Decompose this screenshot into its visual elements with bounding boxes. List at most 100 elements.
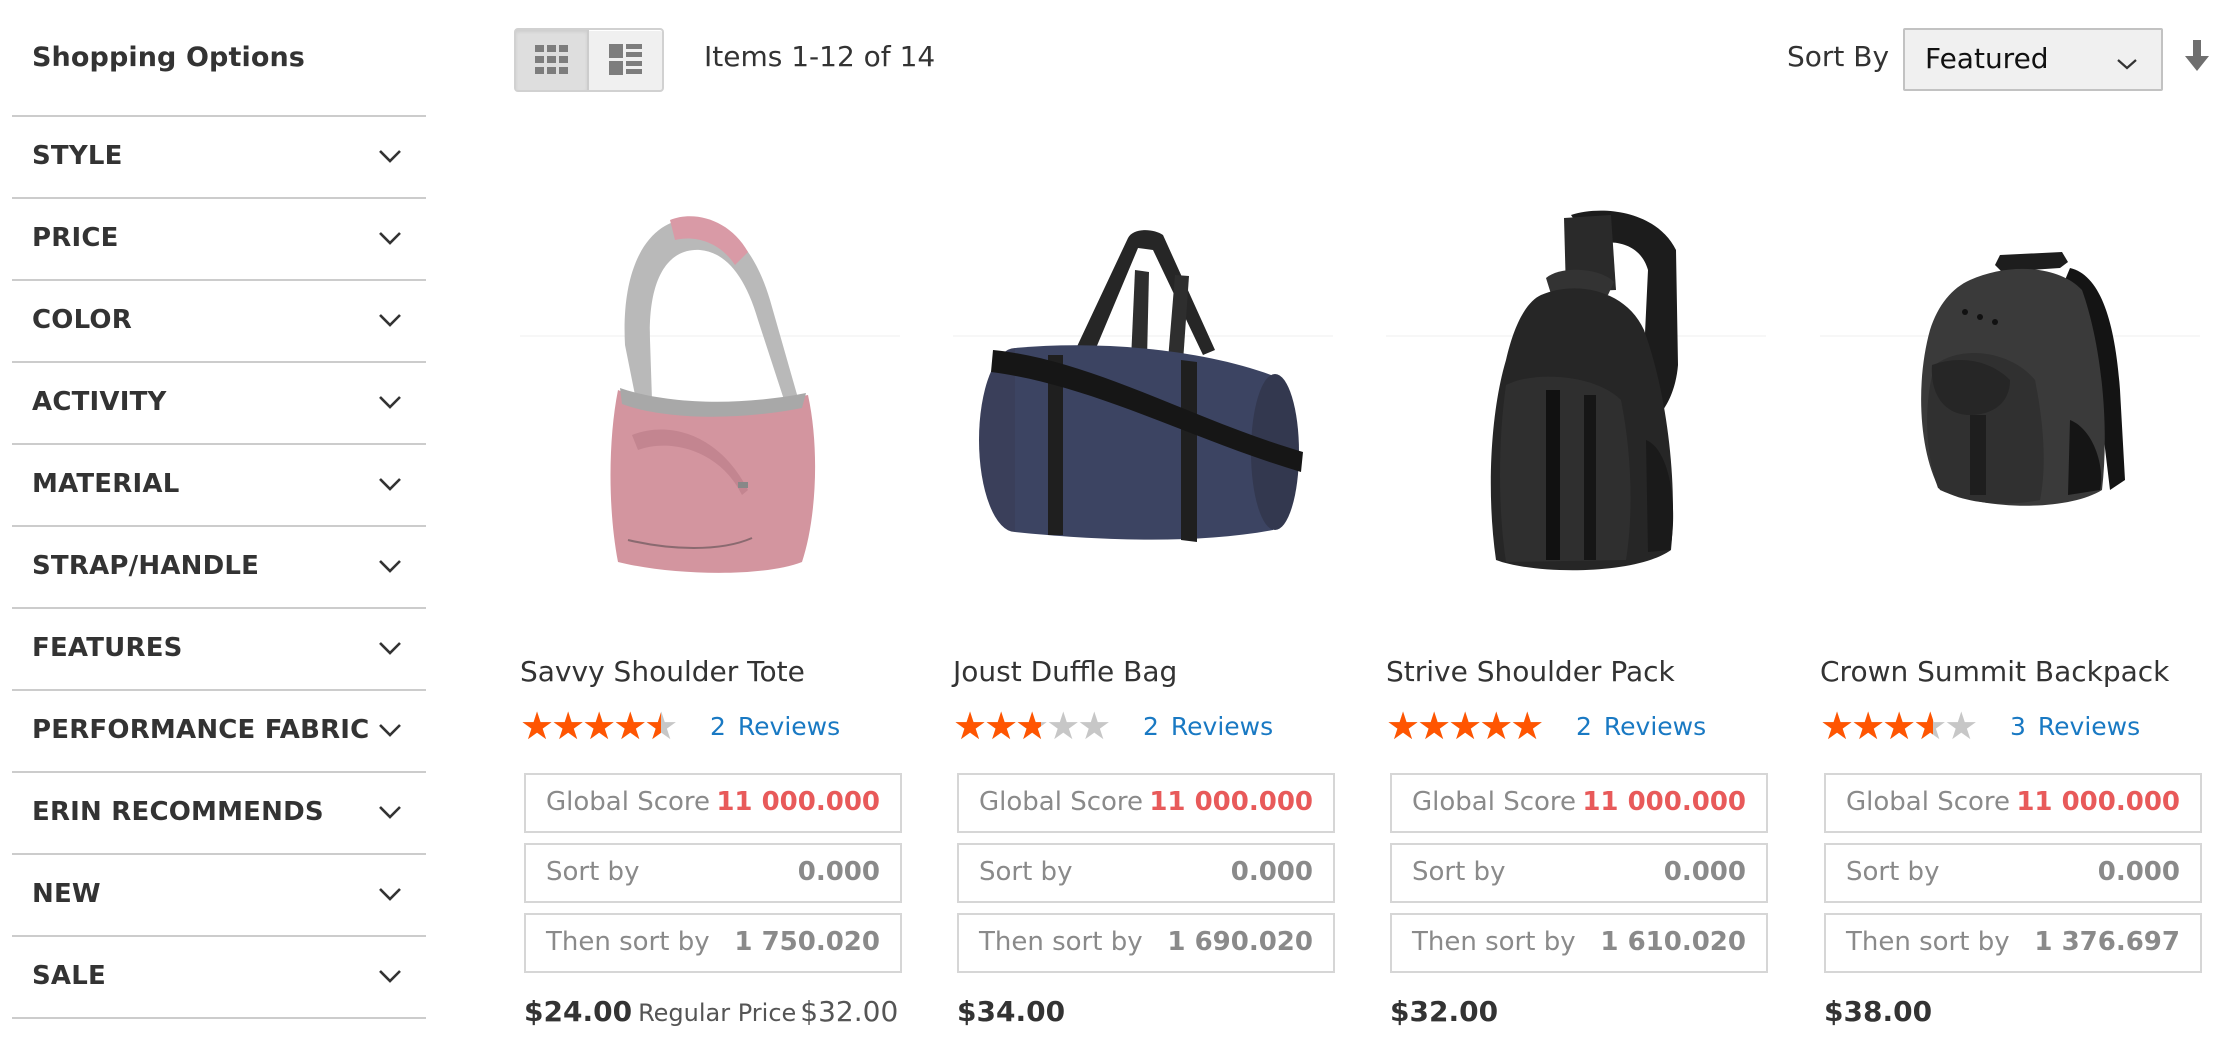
product-rating: ★★★★★ ★★★★★ 2Reviews bbox=[953, 708, 1273, 744]
sort-by-score-row: Sort by 0.000 bbox=[1390, 843, 1768, 903]
sort-by-score-value: 0.000 bbox=[1230, 857, 1313, 887]
pink-tote-bag-image bbox=[520, 190, 900, 610]
sort-by-score-value: 0.000 bbox=[2097, 857, 2180, 887]
reviews-link[interactable]: 2 Reviews bbox=[1576, 712, 1706, 741]
price-box: $38.00 bbox=[1824, 995, 1932, 1028]
filter-strap-handle[interactable]: STRAP/HANDLE bbox=[12, 527, 426, 609]
price-box: $24.00 Regular Price $32.00 bbox=[524, 995, 898, 1028]
reviews-link[interactable]: 3 Reviews bbox=[2010, 712, 2140, 741]
sort-by-score-value: 0.000 bbox=[797, 857, 880, 887]
filter-label: PERFORMANCE FABRIC bbox=[32, 715, 370, 745]
filter-label: MATERIAL bbox=[32, 469, 180, 499]
global-score-row: Global Score 11 000.000 bbox=[524, 773, 902, 833]
filter-label: ACTIVITY bbox=[32, 387, 167, 417]
filter-color[interactable]: COLOR bbox=[12, 281, 426, 363]
product-image[interactable] bbox=[1386, 190, 1766, 610]
filter-performance-fabric[interactable]: PERFORMANCE FABRIC bbox=[12, 691, 426, 773]
sort-direction-button[interactable] bbox=[2184, 40, 2210, 72]
black-sling-pack-image bbox=[1386, 190, 1766, 610]
grid-view-button[interactable] bbox=[516, 30, 590, 90]
then-sort-by-score-row: Then sort by 1 750.020 bbox=[524, 913, 902, 973]
rating-stars: ★★★★★ ★★★★★ bbox=[1820, 709, 1996, 743]
chevron-down-icon bbox=[375, 883, 405, 905]
star-icons-filled: ★★★★★ bbox=[520, 709, 661, 743]
product-name[interactable]: Joust Duffle Bag bbox=[953, 655, 1177, 688]
filter-label: NEW bbox=[32, 879, 101, 909]
filter-style[interactable]: STYLE bbox=[12, 117, 426, 199]
reviews-link[interactable]: 2 Reviews bbox=[710, 712, 840, 741]
filter-sale[interactable]: SALE bbox=[12, 937, 426, 1019]
sort-by-score-row: Sort by 0.000 bbox=[1824, 843, 2202, 903]
filter-label: ERIN RECOMMENDS bbox=[32, 797, 324, 827]
chevron-down-icon bbox=[375, 391, 405, 413]
filter-material[interactable]: MATERIAL bbox=[12, 445, 426, 527]
global-score-value: 11 000.000 bbox=[2016, 787, 2180, 817]
then-sort-by-score-value: 1 750.020 bbox=[734, 927, 880, 957]
filter-label: COLOR bbox=[32, 305, 132, 335]
then-sort-by-score-value: 1 376.697 bbox=[2034, 927, 2180, 957]
chevron-down-icon bbox=[375, 555, 405, 577]
then-sort-by-score-label: Then sort by bbox=[1412, 927, 1576, 957]
arrow-down-icon bbox=[2184, 40, 2210, 76]
global-score-value: 11 000.000 bbox=[716, 787, 880, 817]
toolbar-amount: Items 1-12 of 14 bbox=[704, 40, 936, 73]
reviews-link[interactable]: 2 Reviews bbox=[1143, 712, 1273, 741]
chevron-down-icon bbox=[2115, 56, 2139, 72]
final-price: $32.00 bbox=[1390, 995, 1499, 1028]
final-price: $38.00 bbox=[1824, 995, 1933, 1028]
chevron-down-icon bbox=[375, 145, 405, 167]
then-sort-by-score-value: 1 690.020 bbox=[1167, 927, 1313, 957]
sort-by-score-label: Sort by bbox=[1412, 857, 1506, 887]
sort-by-select[interactable]: Featured bbox=[1903, 28, 2163, 91]
view-mode-switch bbox=[514, 28, 664, 92]
rating-stars: ★★★★★ ★★★★★ bbox=[520, 709, 696, 743]
filter-label: STRAP/HANDLE bbox=[32, 551, 260, 581]
chevron-down-icon bbox=[375, 965, 405, 987]
star-icons-filled: ★★★★★ bbox=[1820, 709, 1933, 743]
global-score-label: Global Score bbox=[1846, 787, 2011, 817]
then-sort-by-score-label: Then sort by bbox=[1846, 927, 2010, 957]
then-sort-by-score-label: Then sort by bbox=[979, 927, 1143, 957]
product-name[interactable]: Savvy Shoulder Tote bbox=[520, 655, 805, 688]
rating-stars: ★★★★★ ★★★★★ bbox=[1386, 709, 1562, 743]
global-score-value: 11 000.000 bbox=[1149, 787, 1313, 817]
filter-label: STYLE bbox=[32, 141, 123, 171]
filter-price[interactable]: PRICE bbox=[12, 199, 426, 281]
special-price: $24.00 bbox=[524, 995, 633, 1028]
navy-duffle-bag-image bbox=[953, 190, 1333, 610]
then-sort-by-score-value: 1 610.020 bbox=[1600, 927, 1746, 957]
global-score-row: Global Score 11 000.000 bbox=[1390, 773, 1768, 833]
sort-by-label: Sort By bbox=[1787, 40, 1890, 73]
filter-new[interactable]: NEW bbox=[12, 855, 426, 937]
filter-features[interactable]: FEATURES bbox=[12, 609, 426, 691]
star-icons-filled: ★★★★★ bbox=[953, 709, 1041, 743]
regular-price-label: Regular Price bbox=[638, 999, 797, 1027]
then-sort-by-score-row: Then sort by 1 690.020 bbox=[957, 913, 1335, 973]
product-image[interactable] bbox=[953, 190, 1333, 610]
filter-activity[interactable]: ACTIVITY bbox=[12, 363, 426, 445]
chevron-down-icon bbox=[375, 719, 405, 741]
product-image[interactable] bbox=[1820, 190, 2200, 610]
filter-label: FEATURES bbox=[32, 633, 183, 663]
list-icon bbox=[608, 44, 643, 76]
chevron-down-icon bbox=[375, 801, 405, 823]
filter-label: SALE bbox=[32, 961, 106, 991]
product-name[interactable]: Crown Summit Backpack bbox=[1820, 655, 2169, 688]
product-image[interactable] bbox=[520, 190, 900, 610]
sort-by-score-label: Sort by bbox=[546, 857, 640, 887]
sort-by-score-label: Sort by bbox=[1846, 857, 1940, 887]
global-score-row: Global Score 11 000.000 bbox=[1824, 773, 2202, 833]
chevron-down-icon bbox=[375, 637, 405, 659]
price-box: $32.00 bbox=[1390, 995, 1498, 1028]
list-view-button[interactable] bbox=[589, 30, 662, 90]
then-sort-by-score-row: Then sort by 1 610.020 bbox=[1390, 913, 1768, 973]
product-name[interactable]: Strive Shoulder Pack bbox=[1386, 655, 1675, 688]
product-rating: ★★★★★ ★★★★★ 2Reviews bbox=[1386, 708, 1706, 744]
final-price: $34.00 bbox=[957, 995, 1066, 1028]
rating-stars: ★★★★★ ★★★★★ bbox=[953, 709, 1129, 743]
sort-by-score-row: Sort by 0.000 bbox=[524, 843, 902, 903]
then-sort-by-score-row: Then sort by 1 376.697 bbox=[1824, 913, 2202, 973]
filter-erin-recommends[interactable]: ERIN RECOMMENDS bbox=[12, 773, 426, 855]
chevron-down-icon bbox=[375, 473, 405, 495]
sort-by-score-value: 0.000 bbox=[1663, 857, 1746, 887]
